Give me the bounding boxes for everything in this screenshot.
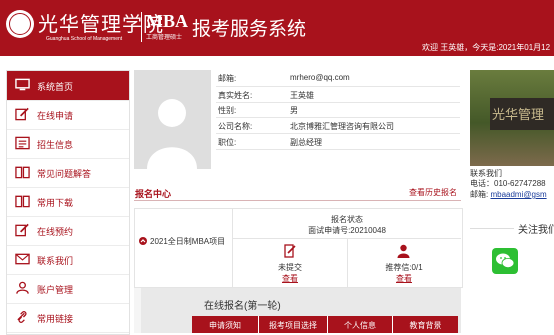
contact-email-label: 邮箱:: [470, 190, 489, 199]
sidebar-item-label: 招生信息: [37, 140, 74, 150]
profile-value-name: 王英雄: [290, 91, 314, 100]
profile-label-gender: 性别:: [218, 106, 237, 115]
sidebar-item-label: 系统首页: [37, 82, 74, 92]
sidebar-item-label: 账户管理: [37, 285, 74, 295]
profile-label-name: 真实姓名:: [218, 91, 253, 100]
contact-phone: 电话：010-62747288: [470, 179, 546, 188]
system-title: 报考服务系统: [192, 19, 307, 40]
avatar: [134, 70, 211, 169]
link-icon: [17, 311, 27, 323]
application-status-title: 报名状态: [331, 215, 363, 224]
contact-email-link[interactable]: mbaadmi@gsm: [490, 190, 546, 199]
school-name-en: Guanghua School of Management: [46, 36, 123, 42]
sidebar-item-online-appointment[interactable]: 在线预约: [7, 216, 129, 246]
book-icon: [15, 166, 30, 179]
user-icon: [16, 281, 29, 294]
profile-divider: [216, 86, 460, 87]
section-title-application-center: 报名中心: [135, 189, 172, 199]
edit-icon: [15, 223, 29, 237]
profile-value-company: 北京博雅汇管理咨询有限公司: [290, 122, 394, 131]
tab-personal-info[interactable]: 个人信息: [328, 320, 392, 331]
campus-photo-sign-text: 光华管理: [492, 108, 545, 123]
profile-value-gender: 男: [290, 106, 298, 115]
user-icon: [397, 244, 410, 258]
edit-icon: [15, 107, 29, 121]
profile-label-position: 职位:: [218, 138, 237, 147]
document-edit-icon: [284, 244, 296, 258]
profile-divider: [216, 117, 460, 118]
monitor-icon: [15, 78, 30, 91]
tab-application-notice[interactable]: 申请须知: [192, 320, 258, 331]
sidebar-item-label: 常见问题解答: [37, 169, 92, 179]
view-history-link[interactable]: 查看历史报名: [409, 187, 457, 198]
sidebar-item-label: 在线预约: [37, 227, 74, 237]
profile-label-company: 公司名称:: [218, 122, 253, 131]
sidebar-item-account-management[interactable]: 账户管理: [7, 274, 129, 304]
wechat-icon[interactable]: [492, 248, 518, 274]
mail-icon: [15, 253, 30, 265]
profile-value-position: 副总经理: [290, 138, 322, 147]
sidebar-item-home[interactable]: 系统首页: [7, 71, 129, 101]
follow-divider: [470, 228, 514, 229]
sidebar-item-label: 在线申请: [37, 111, 74, 121]
sidebar-item-useful-links[interactable]: 常用链接: [7, 303, 129, 333]
section-divider: [134, 200, 461, 201]
profile-value-email: mrhero@qq.com: [290, 73, 350, 82]
sidebar-item-online-application[interactable]: 在线申请: [7, 100, 129, 130]
book-icon: [15, 195, 30, 208]
sidebar-item-faq[interactable]: 常见问题解答: [7, 158, 129, 188]
profile-divider: [216, 133, 460, 134]
contact-email-row: 邮箱: mbaadmi@gsm: [470, 189, 547, 200]
sidebar-item-admission-info[interactable]: 招生信息: [7, 129, 129, 159]
sidebar-item-label: 联系我们: [37, 256, 74, 266]
welcome-message: 欢迎 王英雄，今天是:2021年01月12: [422, 43, 551, 52]
sidebar-item-label: 常用链接: [37, 314, 74, 324]
school-seal-logo: [6, 10, 34, 38]
recommendation-view-link[interactable]: 查看: [347, 273, 461, 284]
program-name: 2021全日制MBA项目: [150, 237, 226, 246]
materials-view-link[interactable]: 查看: [233, 273, 347, 284]
tab-program-selection[interactable]: 报考项目选择: [259, 320, 327, 331]
program-sub-label: 工商管理硕士: [146, 35, 183, 41]
sidebar-item-downloads[interactable]: 常用下载: [7, 187, 129, 217]
sidebar-item-contact-us[interactable]: 联系我们: [7, 245, 129, 275]
tab-education-background[interactable]: 教育背景: [393, 320, 458, 331]
avatar-placeholder-icon: [147, 99, 197, 169]
logo-divider: [141, 12, 142, 42]
recommendation-status: 推荐信:0/1: [385, 263, 423, 272]
program-label: MBA: [146, 11, 188, 31]
sidebar-item-label: 常用下载: [37, 198, 74, 208]
profile-divider: [216, 149, 460, 150]
online-registration-title: 在线报名(第一轮): [204, 301, 281, 312]
follow-us-title: 关注我们: [518, 225, 554, 236]
profile-divider: [216, 102, 460, 103]
materials-status: 未提交: [278, 263, 302, 272]
profile-label-email: 邮箱:: [218, 74, 237, 83]
info-icon: [15, 136, 30, 150]
interview-number: 面试申请号:20210048: [308, 226, 386, 235]
sidebar-nav: 系统首页 在线申请 招生信息 常见问题解答 常用下载 在线预约 联系我们 账户管…: [6, 70, 130, 335]
